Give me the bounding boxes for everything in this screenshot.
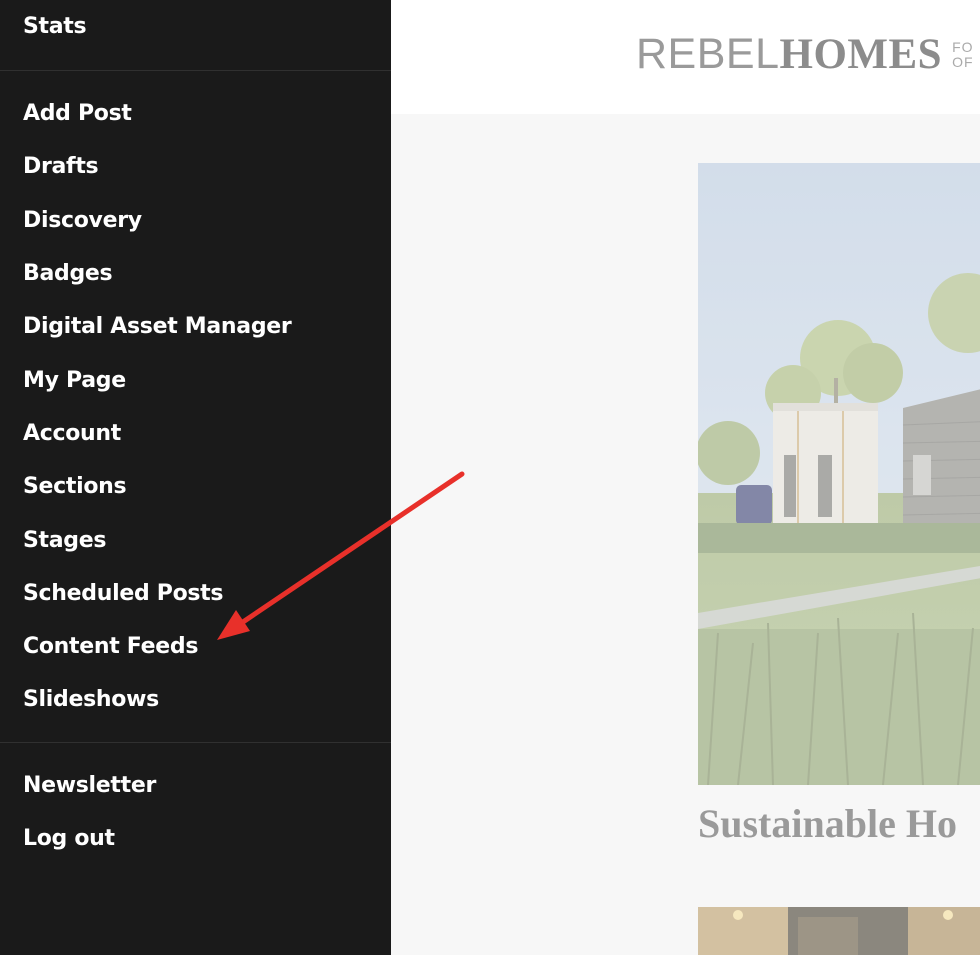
sidebar-item-content-feeds[interactable]: Content Feeds <box>23 632 198 662</box>
logo-text-light: REBEL <box>636 30 780 78</box>
sidebar-item-drafts[interactable]: Drafts <box>23 152 99 182</box>
sidebar-item-badges[interactable]: Badges <box>23 259 113 289</box>
sidebar-item-scheduled-posts[interactable]: Scheduled Posts <box>23 579 224 609</box>
sidebar-divider <box>0 742 391 743</box>
main-content: REBEL HOMES FO OF Sustainable Ho <box>391 0 980 955</box>
sidebar-item-digital-asset-manager[interactable]: Digital Asset Manager <box>23 312 292 342</box>
post-title[interactable]: Sustainable Ho <box>698 800 957 847</box>
logo-text-bold: HOMES <box>779 31 943 78</box>
sidebar-item-stages[interactable]: Stages <box>23 526 106 556</box>
sidebar-item-slideshows[interactable]: Slideshows <box>23 685 159 715</box>
sidebar-divider <box>0 70 391 71</box>
tagline-line-2: OF <box>952 53 974 70</box>
sidebar-item-newsletter[interactable]: Newsletter <box>23 771 156 801</box>
house-illustration <box>698 163 980 785</box>
sidebar-menu: Stats Add Post Drafts Discovery Badges D… <box>0 0 391 955</box>
post-hero-image[interactable] <box>698 163 980 785</box>
sidebar-item-my-page[interactable]: My Page <box>23 366 126 396</box>
post-thumbnail[interactable] <box>698 907 980 955</box>
sidebar-item-stats[interactable]: Stats <box>23 12 87 42</box>
sidebar-item-add-post[interactable]: Add Post <box>23 99 132 129</box>
sidebar-item-account[interactable]: Account <box>23 419 121 449</box>
site-logo[interactable]: REBEL HOMES FO OF <box>636 30 974 79</box>
tagline-line-1: FO <box>952 38 974 55</box>
sidebar-item-discovery[interactable]: Discovery <box>23 206 142 236</box>
site-header: REBEL HOMES FO OF <box>391 0 980 114</box>
thumbnail-image <box>698 907 980 955</box>
sidebar-item-sections[interactable]: Sections <box>23 472 127 502</box>
sidebar-item-log-out[interactable]: Log out <box>23 824 115 854</box>
logo-tagline: FO OF <box>952 38 974 70</box>
